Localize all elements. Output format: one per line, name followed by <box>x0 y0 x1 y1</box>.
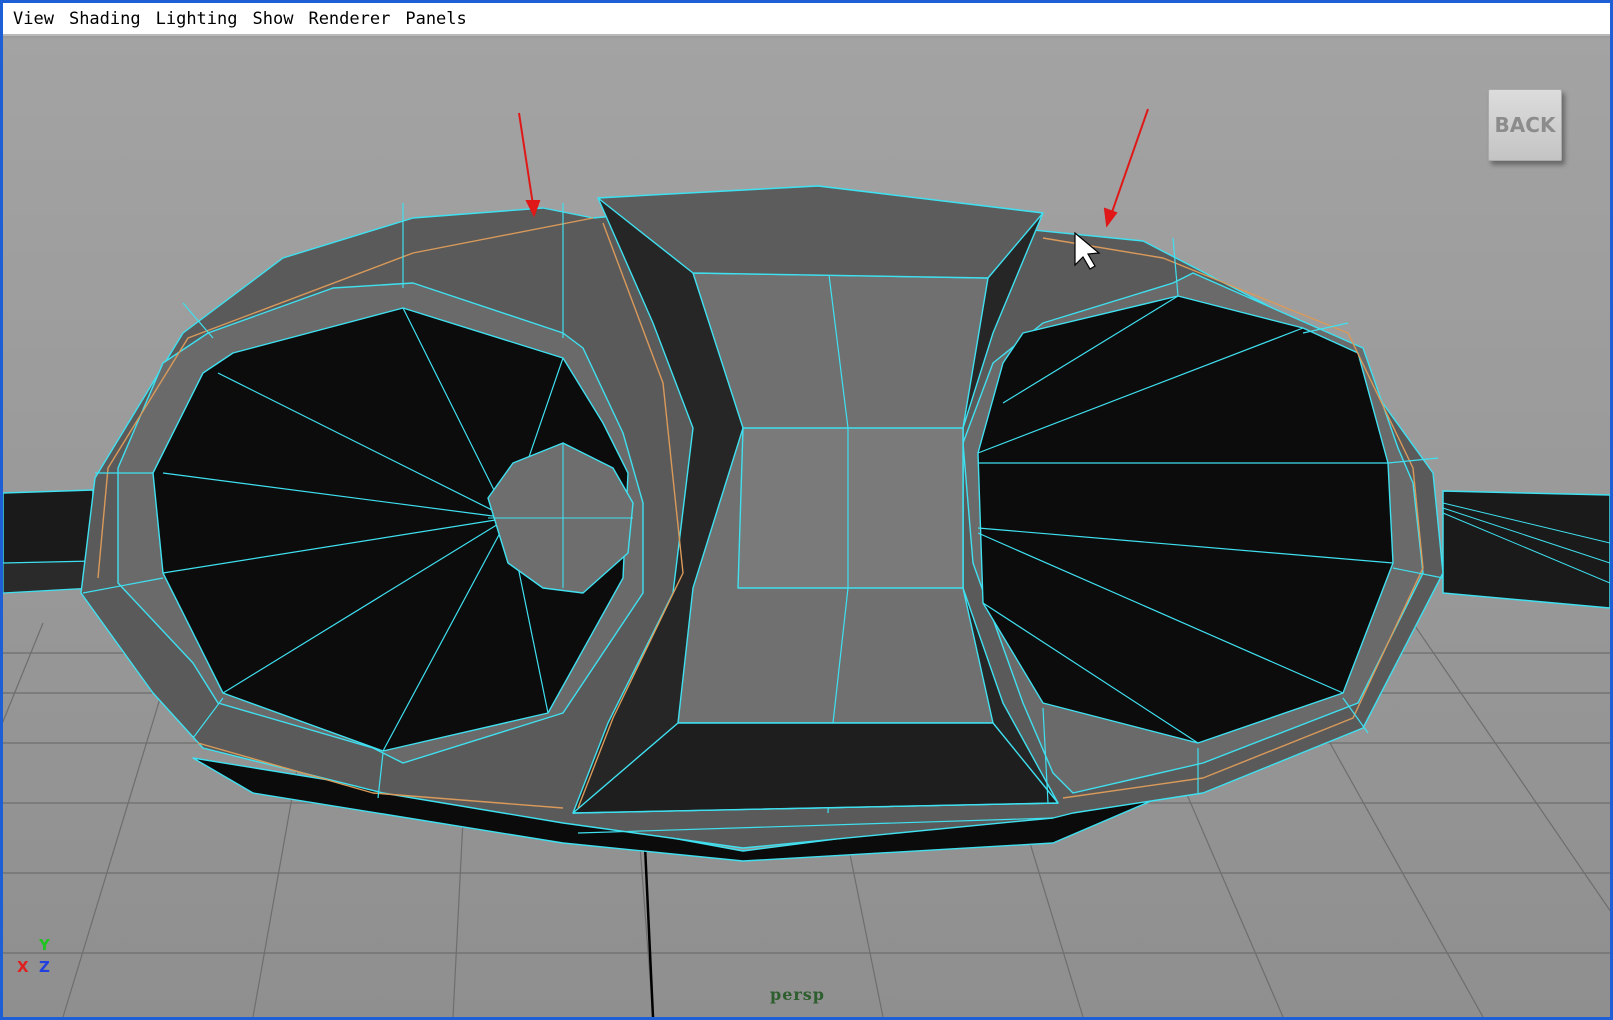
panel-menubar: View Shading Lighting Show Renderer Pane… <box>3 3 1610 36</box>
maya-viewport-window: View Shading Lighting Show Renderer Pane… <box>0 0 1613 1020</box>
menu-lighting[interactable]: Lighting <box>156 9 238 29</box>
menu-show[interactable]: Show <box>253 9 294 29</box>
axis-y-label: Y <box>39 936 50 954</box>
axis-gizmo: Y X Z <box>17 936 57 986</box>
camera-name-label: persp <box>770 985 825 1004</box>
menu-view[interactable]: View <box>13 9 54 29</box>
axis-x-label: X <box>17 958 29 976</box>
menu-panels[interactable]: Panels <box>405 9 466 29</box>
menu-shading[interactable]: Shading <box>69 9 141 29</box>
perspective-viewport[interactable]: BACK Y X Z persp <box>3 38 1610 1017</box>
scene-canvas[interactable] <box>3 38 1610 1017</box>
axis-z-label: Z <box>39 958 50 976</box>
view-cube-back-button[interactable]: BACK <box>1488 89 1562 161</box>
menu-renderer[interactable]: Renderer <box>308 9 390 29</box>
